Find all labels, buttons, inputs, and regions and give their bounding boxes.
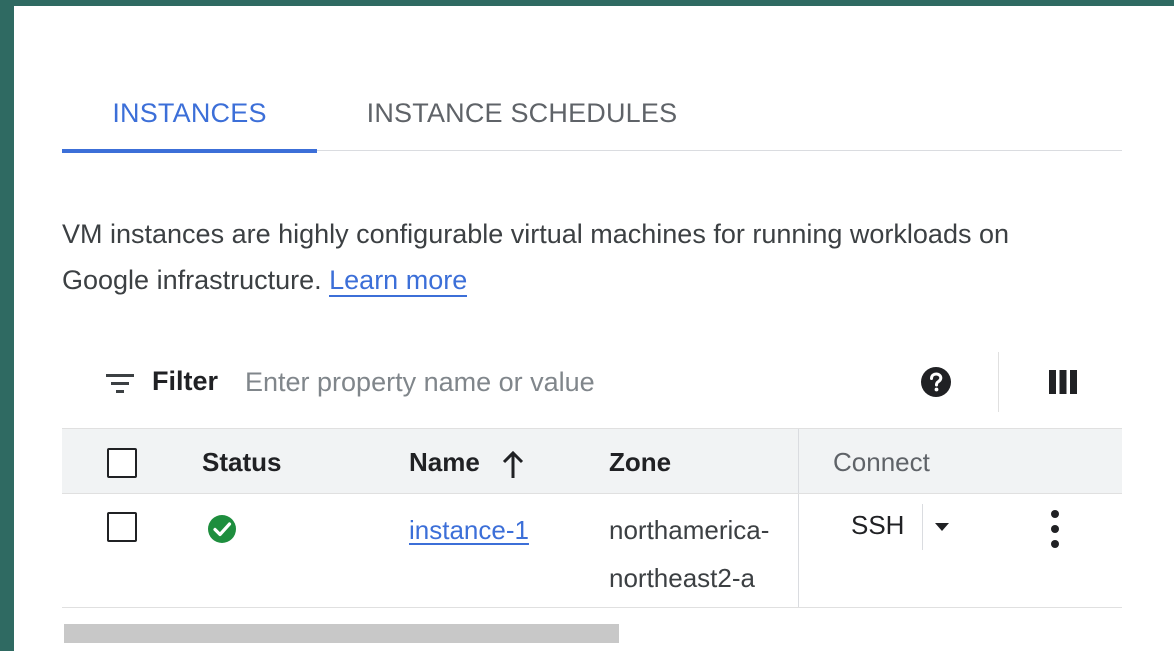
filter-icon[interactable]: [106, 372, 134, 396]
learn-more-link[interactable]: Learn more: [329, 265, 468, 297]
column-display-icon[interactable]: [1048, 368, 1078, 396]
tab-instance-schedules[interactable]: INSTANCE SCHEDULES: [362, 76, 682, 151]
filter-bar: Filter: [62, 348, 1122, 428]
description-line-2: Google infrastructure.: [62, 265, 322, 295]
ssh-divider: [922, 504, 923, 550]
row-checkbox[interactable]: [107, 512, 137, 542]
table-row: instance-1 northamerica-northeast2-a SSH: [62, 494, 1122, 608]
select-all-checkbox[interactable]: [107, 448, 137, 478]
instance-zone: northamerica-northeast2-a: [609, 515, 770, 593]
column-header-connect: Connect: [833, 447, 930, 477]
description: VM instances are highly configurable vir…: [62, 211, 1142, 303]
filter-input[interactable]: [245, 360, 885, 404]
column-header-status[interactable]: Status: [202, 447, 281, 478]
table-header: Status Name Zone Connect: [62, 428, 1122, 494]
horizontal-scrollbar[interactable]: [64, 624, 619, 643]
instances-table: Status Name Zone Connect instance-1 nort…: [62, 428, 1122, 608]
toolbar-divider: [998, 352, 999, 412]
arrow-up-icon[interactable]: [502, 451, 524, 479]
more-vert-icon[interactable]: [1048, 508, 1062, 550]
column-separator: [798, 429, 799, 493]
check-circle-icon: [208, 515, 236, 543]
help-icon[interactable]: [920, 366, 952, 398]
caret-down-icon[interactable]: [933, 521, 951, 533]
vm-instances-panel: INSTANCES INSTANCE SCHEDULES VM instance…: [14, 6, 1174, 651]
tab-instances[interactable]: INSTANCES: [62, 76, 317, 153]
tab-bar: INSTANCES INSTANCE SCHEDULES: [62, 76, 1122, 153]
column-header-zone[interactable]: Zone: [609, 447, 671, 478]
column-separator: [798, 494, 799, 607]
column-header-name[interactable]: Name: [409, 447, 480, 478]
description-line-1: VM instances are highly configurable vir…: [62, 219, 1009, 249]
ssh-button[interactable]: SSH: [851, 510, 904, 541]
filter-label[interactable]: Filter: [152, 366, 218, 397]
instance-name-link[interactable]: instance-1: [409, 506, 549, 554]
